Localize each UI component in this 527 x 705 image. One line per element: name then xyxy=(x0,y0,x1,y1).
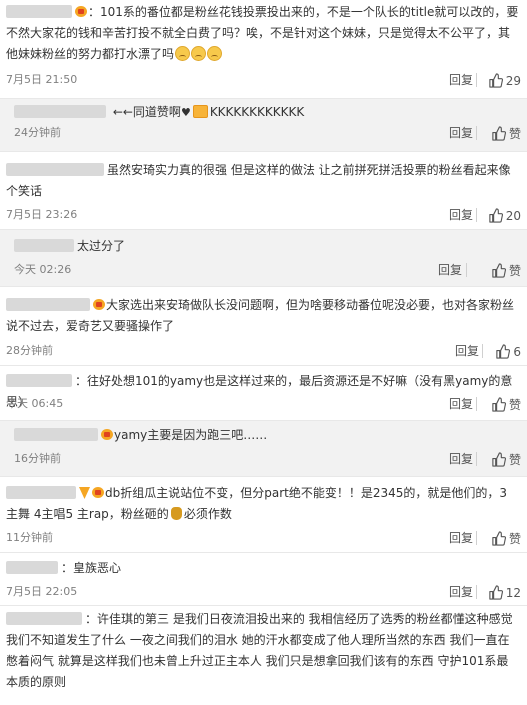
comment-item: 大家选出来安琦做队长没问题啊，但为啥要移动番位呢没必要，也对各家粉丝说不过去，爱… xyxy=(0,287,527,365)
comment-item: ：101系的番位都是粉丝花钱投票投出来的，不是一个队长的title就可以改的，要… xyxy=(0,0,527,98)
reply-time: 今天 02:26 xyxy=(14,263,72,276)
heart-icon: ♥ xyxy=(180,106,191,119)
comment-item: ：往好处想101的yamy也是这样过来的，最后资源还是不好嘛（没有黑yamy的意… xyxy=(0,366,527,420)
like-count: 6 xyxy=(513,344,521,359)
sticker-icon xyxy=(192,105,208,118)
username-blurred[interactable] xyxy=(14,428,98,441)
comment-text: 虽然安琦实力真的很强 但是这样的做法 让之前拼死拼活投票的粉丝看起来像个笑话 xyxy=(6,163,511,198)
reply-text: ←←同道赞啊♥ KKKKKKKKKKKK xyxy=(14,102,519,123)
reply-button[interactable]: 回复 xyxy=(449,531,473,545)
divider xyxy=(476,208,477,222)
vip-badge-icon xyxy=(75,6,87,17)
like-button[interactable]: 赞 xyxy=(491,452,521,467)
thumbs-up-icon xyxy=(492,531,506,546)
like-button[interactable]: 12 xyxy=(488,585,521,600)
money-bag-icon xyxy=(170,507,182,520)
comment-feed: ：101系的番位都是粉丝花钱投票投出来的，不是一个队长的title就可以改的，要… xyxy=(0,0,527,705)
comment-item: ：许佳琪的第三 是我们日夜流泪投出来的 我相信经历了选秀的粉丝都懂这种感觉 我们… xyxy=(0,606,527,705)
reply-text: yamy主要是因为跑三吧…… xyxy=(14,425,519,446)
thumbs-up-icon xyxy=(492,452,506,467)
like-count: 赞 xyxy=(508,263,521,278)
username-blurred[interactable] xyxy=(6,163,104,176)
username-blurred[interactable] xyxy=(6,298,90,311)
comment-time: 7月5日 22:05 xyxy=(6,585,78,598)
comment-text: ：往好处想101的yamy也是这样过来的，最后资源还是不好嘛（没有黑yamy的意… xyxy=(6,374,513,409)
sad-emoji-icon xyxy=(175,46,191,61)
comment-time: 7月5日 23:26 xyxy=(6,208,78,221)
reply-text: 太过分了 xyxy=(14,236,519,257)
thumbs-up-icon xyxy=(489,585,503,600)
username-blurred[interactable] xyxy=(6,374,72,387)
comment-text: 大家选出来安琦做队长没问题啊，但为啥要移动番位呢没必要，也对各家粉丝说不过去，爱… xyxy=(6,298,515,333)
username-blurred[interactable] xyxy=(6,561,58,574)
username-blurred[interactable] xyxy=(6,5,72,18)
like-count: 29 xyxy=(505,73,521,88)
username-blurred[interactable] xyxy=(14,105,106,118)
comment-item: db折组瓜主说站位不变，但分part绝不能变！！是2345的，就是他们的，3主舞… xyxy=(0,477,527,552)
like-button[interactable]: 赞 xyxy=(491,263,521,278)
vip-badge-icon xyxy=(92,487,104,498)
reply-button[interactable]: 回复 xyxy=(449,208,473,222)
comment-item: ：皇族恶心 7月5日 22:05 回复 12 xyxy=(0,553,527,605)
comment-item: 虽然安琦实力真的很强 但是这样的做法 让之前拼死拼活投票的粉丝看起来像个笑话 7… xyxy=(0,152,527,229)
like-count: 赞 xyxy=(508,452,521,467)
reply-time: 24分钟前 xyxy=(14,126,61,139)
sad-emoji-icon xyxy=(207,46,223,61)
thumbs-up-icon xyxy=(492,263,506,278)
reply-button[interactable]: 回复 xyxy=(449,452,473,466)
comment-time: 11分钟前 xyxy=(6,531,53,544)
divider xyxy=(476,531,477,545)
username-blurred[interactable] xyxy=(6,612,82,625)
like-button[interactable]: 6 xyxy=(495,344,521,359)
vip-badge-icon xyxy=(101,429,113,440)
comment-text: ：许佳琪的第三 是我们日夜流泪投出来的 我相信经历了选秀的粉丝都懂这种感觉 我们… xyxy=(6,612,513,689)
reply-time: 16分钟前 xyxy=(14,452,61,465)
like-button[interactable]: 赞 xyxy=(491,126,521,141)
like-count: 20 xyxy=(505,208,521,223)
reply-item: yamy主要是因为跑三吧…… 16分钟前 回复 赞 xyxy=(0,421,527,476)
like-button[interactable]: 29 xyxy=(488,73,521,88)
comment-time: 7月5日 21:50 xyxy=(6,73,78,86)
vip-badge-icon xyxy=(93,299,105,310)
reply-button[interactable]: 回复 xyxy=(449,126,473,140)
thumbs-up-icon xyxy=(489,208,503,223)
like-count: 赞 xyxy=(508,397,521,412)
thumbs-up-icon xyxy=(492,126,506,141)
divider xyxy=(476,126,477,140)
comment-text: ：皇族恶心 xyxy=(6,558,519,579)
divider xyxy=(476,452,477,466)
reply-button[interactable]: 回复 xyxy=(449,397,473,411)
divider xyxy=(476,73,477,87)
thumbs-up-icon xyxy=(492,397,506,412)
divider xyxy=(482,344,483,358)
username-blurred[interactable] xyxy=(14,239,74,252)
thumbs-up-icon xyxy=(489,73,503,88)
like-count: 赞 xyxy=(508,531,521,546)
like-count: 12 xyxy=(505,585,521,600)
reply-item: ←←同道赞啊♥ KKKKKKKKKKKK 24分钟前 回复 赞 xyxy=(0,99,527,151)
like-count: 赞 xyxy=(508,126,521,141)
reply-button[interactable]: 回复 xyxy=(455,344,479,358)
reply-button[interactable]: 回复 xyxy=(449,73,473,87)
verified-icon xyxy=(79,487,90,499)
comment-text: ：101系的番位都是粉丝花钱投票投出来的，不是一个队长的title就可以改的，要… xyxy=(6,5,519,61)
like-button[interactable]: 赞 xyxy=(491,397,521,412)
divider xyxy=(476,585,477,599)
divider xyxy=(466,263,467,277)
reply-item: 太过分了 今天 02:26 回复 赞 xyxy=(0,230,527,286)
like-button[interactable]: 赞 xyxy=(491,531,521,546)
reply-button[interactable]: 回复 xyxy=(438,263,462,277)
username-blurred[interactable] xyxy=(6,486,76,499)
divider xyxy=(476,397,477,411)
like-button[interactable]: 20 xyxy=(488,208,521,223)
comment-time: 今天 06:45 xyxy=(6,397,64,410)
comment-time: 28分钟前 xyxy=(6,344,53,357)
thumbs-up-icon xyxy=(496,344,511,359)
comment-text: db折组瓜主说站位不变，但分part绝不能变！！是2345的，就是他们的，3主舞… xyxy=(6,486,508,521)
reply-button[interactable]: 回复 xyxy=(449,585,473,599)
sad-emoji-icon xyxy=(191,46,207,61)
